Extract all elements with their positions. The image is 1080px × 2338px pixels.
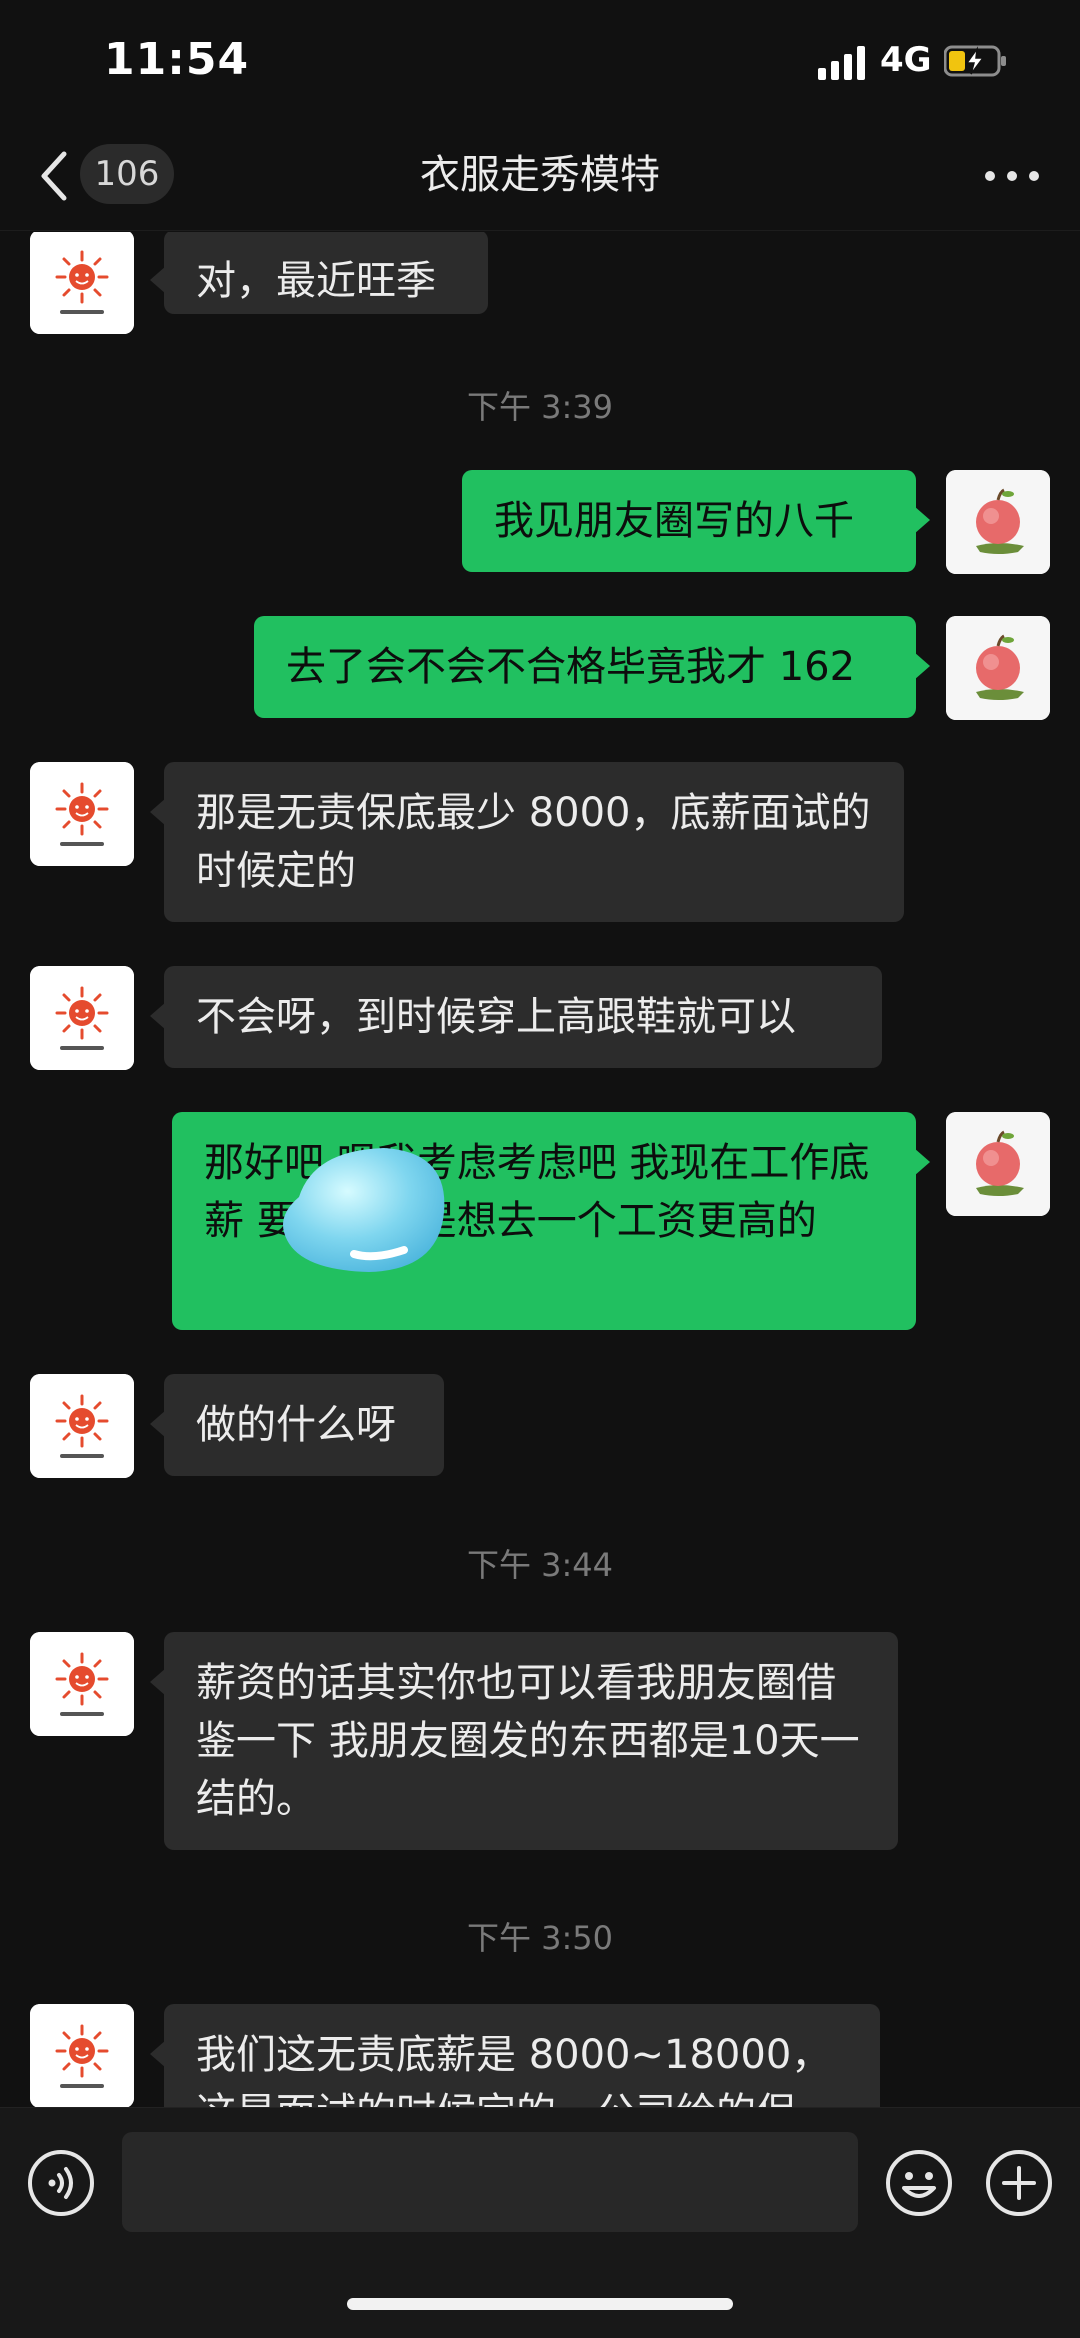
incoming-message[interactable]: 对，最近旺季 bbox=[150, 232, 488, 314]
incoming-message[interactable]: 做的什么呀 bbox=[150, 1374, 444, 1476]
incoming-message[interactable]: 薪资的话其实你也可以看我朋友圈借鉴一下 我朋友圈发的东西都是10天一结的。 bbox=[150, 1632, 898, 1850]
home-indicator[interactable] bbox=[347, 2298, 733, 2310]
apple-avatar[interactable] bbox=[946, 616, 1050, 720]
privacy-sticker bbox=[283, 1148, 445, 1272]
chat-header: 衣服走秀模特 106 bbox=[0, 120, 1080, 231]
incoming-message[interactable]: 我们这无责底薪是 8000~18000，这是面试的时候定的，公司给的保 bbox=[150, 2004, 880, 2107]
timestamp: 下午 3:50 bbox=[466, 1919, 614, 1957]
incoming-message[interactable]: 那是无责保底最少 8000，底薪面试的时候定的 bbox=[150, 762, 904, 922]
red-sun-avatar[interactable] bbox=[30, 1632, 134, 1736]
unread-count-badge[interactable]: 106 bbox=[80, 144, 174, 204]
timestamp: 下午 3:44 bbox=[466, 1546, 614, 1584]
red-sun-avatar[interactable] bbox=[30, 966, 134, 1070]
voice-icon[interactable] bbox=[26, 2148, 96, 2218]
outgoing-message[interactable]: 去了会不会不合格毕竟我才 162 bbox=[254, 616, 930, 718]
more-dots-icon[interactable] bbox=[982, 166, 1042, 186]
input-bar bbox=[0, 2107, 1080, 2338]
chevron-left-icon[interactable] bbox=[34, 148, 74, 204]
signal-icon bbox=[818, 46, 865, 80]
apple-avatar[interactable] bbox=[946, 470, 1050, 574]
network-type: 4G bbox=[880, 40, 932, 80]
status-time: 11:54 bbox=[104, 34, 250, 85]
red-sun-avatar[interactable] bbox=[30, 762, 134, 866]
message-list[interactable]: 对，最近旺季 下午 3:39 我见朋友圈写的八千 去了会不会不合格毕竟我才 16… bbox=[0, 232, 1080, 2107]
emoji-icon[interactable] bbox=[884, 2148, 954, 2218]
outgoing-message[interactable]: 我见朋友圈写的八千 bbox=[462, 470, 930, 572]
timestamp: 下午 3:39 bbox=[466, 388, 614, 426]
apple-avatar[interactable] bbox=[946, 1112, 1050, 1216]
red-sun-avatar[interactable] bbox=[30, 1374, 134, 1478]
red-sun-avatar[interactable] bbox=[30, 232, 134, 334]
incoming-message[interactable]: 不会呀，到时候穿上高跟鞋就可以 bbox=[150, 966, 882, 1068]
plus-icon[interactable] bbox=[984, 2148, 1054, 2218]
red-sun-avatar[interactable] bbox=[30, 2004, 134, 2107]
battery-icon bbox=[944, 45, 1006, 77]
message-input[interactable] bbox=[122, 2132, 858, 2232]
status-bar: 11:54 4G bbox=[0, 0, 1080, 120]
